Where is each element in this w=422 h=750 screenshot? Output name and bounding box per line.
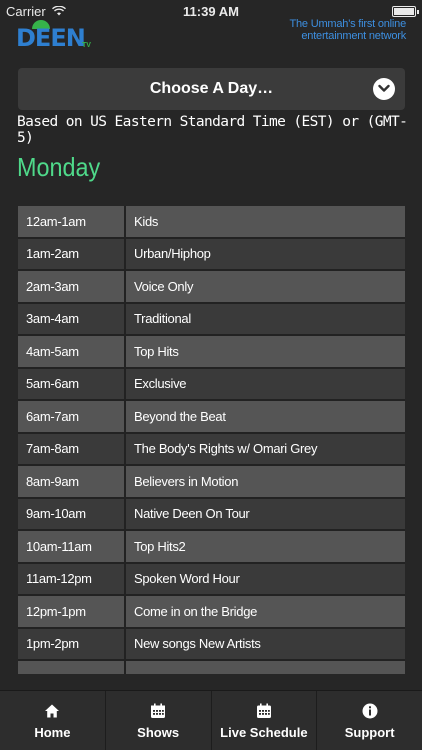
schedule-row[interactable]: 5am-6am Exclusive (18, 368, 405, 401)
schedule-row[interactable]: 3am-4am Traditional (18, 303, 405, 336)
schedule-row[interactable]: 12am-1am Kids (18, 206, 405, 239)
schedule-time: 1am-2am (18, 238, 126, 269)
schedule-row[interactable]: 1am-2am Urban/Hiphop (18, 238, 405, 271)
schedule-table[interactable]: 12am-1am Kids 1am-2am Urban/Hiphop 2am-3am Vo… (18, 206, 405, 674)
schedule-time: 2am-3am (18, 271, 126, 302)
schedule-row[interactable]: 9am-10am Native Deen On Tour (18, 498, 405, 531)
schedule-show: New songs New Artists (126, 628, 405, 659)
tab-support[interactable]: Support (317, 691, 422, 750)
schedule-show: Urban/Hiphop (126, 238, 405, 269)
timezone-note: Based on US Eastern Standard Time (EST) … (17, 114, 408, 146)
schedule-time: 12am-1am (18, 206, 126, 237)
schedule-time: 10am-11am (18, 531, 126, 562)
schedule-time: 8am-9am (18, 466, 126, 497)
schedule-row[interactable]: 10am-11am Top Hits2 (18, 531, 405, 564)
choose-day-label: Choose A Day… (149, 80, 274, 97)
schedule-row[interactable] (18, 661, 405, 674)
schedule-show: Top Hits (126, 336, 405, 367)
schedule-show: Spoken Word Hour (126, 563, 405, 594)
chevron-down-icon[interactable] (373, 78, 395, 100)
schedule-row[interactable]: 8am-9am Believers in Motion (18, 466, 405, 499)
schedule-time: 11am-12pm (18, 563, 126, 594)
clock: 11:39 AM (183, 4, 239, 19)
schedule-time: 3am-4am (18, 303, 126, 334)
logo-sub: TV (82, 42, 91, 49)
tab-bar: Home Shows Live Schedule Support (0, 690, 422, 750)
schedule-show: Beyond the Beat (126, 401, 405, 432)
schedule-show: Come in on the Bridge (126, 596, 405, 627)
tab-shows[interactable]: Shows (106, 691, 212, 750)
battery-icon (392, 6, 419, 17)
schedule-show: Top Hits2 (126, 531, 405, 562)
schedule-row[interactable]: 6am-7am Beyond the Beat (18, 401, 405, 434)
schedule-show: Traditional (126, 303, 405, 334)
calendar-icon (256, 703, 271, 718)
schedule-show: Exclusive (126, 368, 405, 399)
app-header: DEEN TV The Ummah's first online enterta… (0, 18, 422, 54)
choose-day-dropdown[interactable]: Choose A Day… (18, 68, 405, 110)
schedule-show: Kids (126, 206, 405, 237)
tab-home[interactable]: Home (0, 691, 106, 750)
home-icon (45, 704, 60, 718)
tab-live-schedule[interactable]: Live Schedule (212, 691, 318, 750)
tab-support-label: Support (344, 725, 395, 740)
schedule-row[interactable]: 12pm-1pm Come in on the Bridge (18, 596, 405, 629)
tab-home-label: Home (34, 725, 71, 740)
schedule-time: 1pm-2pm (18, 628, 126, 659)
schedule-row[interactable]: 1pm-2pm New songs New Artists (18, 628, 405, 661)
tagline: The Ummah's first online entertainment n… (256, 18, 406, 42)
schedule-row[interactable]: 7am-8am The Body's Rights w/ Omari Grey (18, 433, 405, 466)
schedule-show: Native Deen On Tour (126, 498, 405, 529)
schedule-time: 9am-10am (18, 498, 126, 529)
schedule-time: 5am-6am (18, 368, 126, 399)
schedule-show: Voice Only (126, 271, 405, 302)
info-icon (362, 703, 378, 719)
tab-shows-label: Shows (137, 725, 180, 740)
tagline-line-1: The Ummah's first online (289, 18, 406, 30)
schedule-time: 4am-5am (18, 336, 126, 367)
schedule-time: 6am-7am (18, 401, 126, 432)
schedule-row[interactable]: 11am-12pm Spoken Word Hour (18, 563, 405, 596)
schedule-row[interactable]: 4am-5am Top Hits (18, 336, 405, 369)
deen-tv-logo[interactable]: DEEN TV (16, 20, 98, 52)
schedule-show: Believers in Motion (126, 466, 405, 497)
schedule-time (18, 661, 126, 674)
day-title: Monday (17, 152, 101, 182)
schedule-row[interactable]: 2am-3am Voice Only (18, 271, 405, 304)
schedule-show: The Body's Rights w/ Omari Grey (126, 433, 405, 464)
schedule-show (126, 661, 405, 674)
logo-text: DEEN (16, 24, 86, 52)
calendar-icon (151, 703, 166, 718)
schedule-time: 7am-8am (18, 433, 126, 464)
schedule-time: 12pm-1pm (18, 596, 126, 627)
tab-live-schedule-label: Live Schedule (220, 725, 308, 740)
tagline-line-2: entertainment network (301, 30, 406, 42)
